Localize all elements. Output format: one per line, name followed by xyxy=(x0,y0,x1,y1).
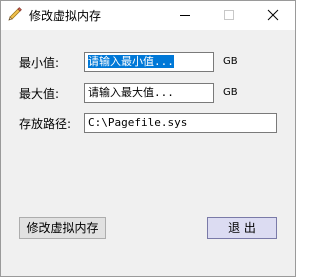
storage-path-input[interactable]: C:\Pagefile.sys xyxy=(84,113,277,133)
storage-path-text: C:\Pagefile.sys xyxy=(88,116,188,129)
title-bar[interactable]: 修改虚拟内存 xyxy=(1,1,295,30)
modify-virtual-memory-button[interactable]: 修改虚拟内存 xyxy=(19,217,106,239)
min-unit-label: GB xyxy=(223,56,238,67)
dialog-window: 修改虚拟内存 最小值: 请输入最小值... GB 最大值: 请输入最大值... … xyxy=(0,0,296,277)
min-value-input[interactable]: 请输入最小值... xyxy=(84,52,214,72)
maximize-icon xyxy=(224,10,234,20)
max-value-input[interactable]: 请输入最大值... xyxy=(84,83,214,103)
close-icon xyxy=(267,9,279,21)
pencil-icon xyxy=(7,6,23,22)
exit-button[interactable]: 退 出 xyxy=(207,217,277,239)
min-value-label: 最小值: xyxy=(19,56,60,70)
maximize-button[interactable] xyxy=(209,1,249,30)
max-value-text: 请输入最大值... xyxy=(88,86,174,99)
close-button[interactable] xyxy=(253,1,293,30)
minimize-button[interactable] xyxy=(165,1,205,30)
storage-path-label: 存放路径: xyxy=(19,117,72,131)
min-value-text: 请输入最小值... xyxy=(88,55,174,68)
minimize-icon xyxy=(180,15,190,16)
max-unit-label: GB xyxy=(223,87,238,98)
window-title: 修改虚拟内存 xyxy=(29,9,102,23)
max-value-label: 最大值: xyxy=(19,87,60,101)
